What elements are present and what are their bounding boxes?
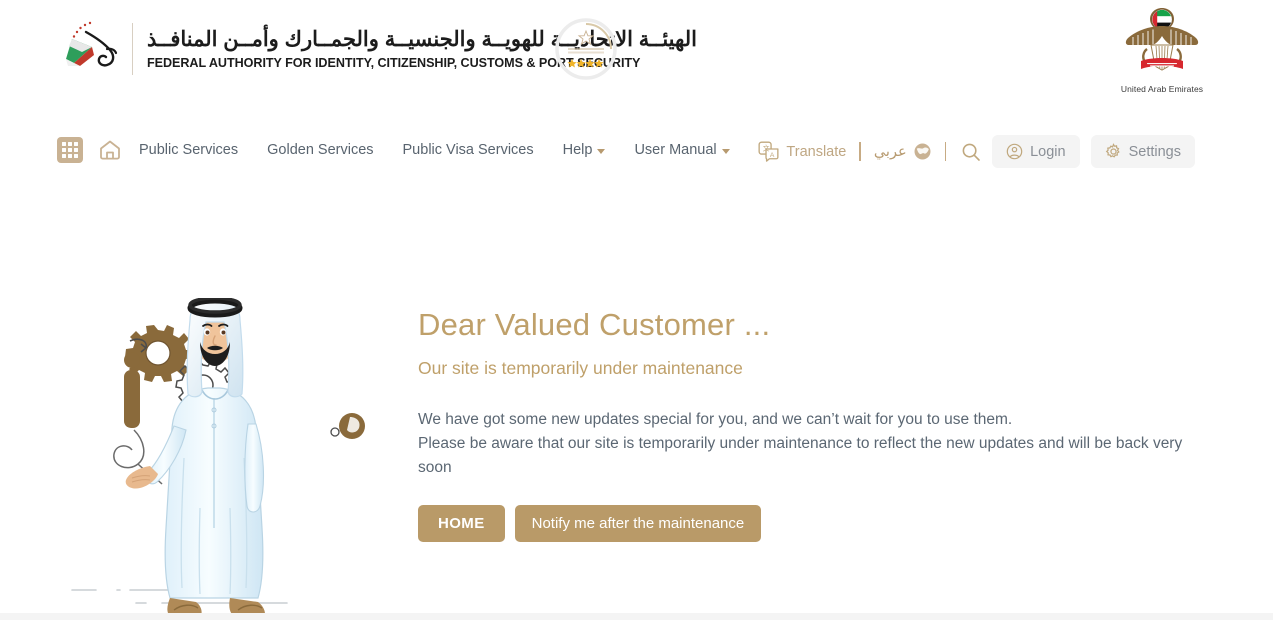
chevron-down-icon [597,149,606,154]
maintenance-body-line-2: Please be aware that our site is tempora… [418,435,1183,477]
navbar-right-group: 文 A Translate عربي Login Settings [758,135,1195,168]
maintenance-body-line-1: We have got some new updates special for… [418,411,1013,429]
user-circle-icon [1006,143,1023,160]
page-subtitle: Our site is temporarily under maintenanc… [418,358,743,379]
footer-divider [0,613,1273,620]
apps-grid-icon[interactable] [57,137,83,163]
nav-link-label: Golden Services [267,142,374,158]
star-rating-seal-icon [555,18,617,80]
translate-button[interactable]: 文 A Translate [758,141,846,162]
settings-label: Settings [1128,143,1181,160]
language-switch-button[interactable]: عربي [874,142,932,161]
login-button[interactable]: Login [992,135,1080,168]
emirati-man-with-gears-illustration [71,298,365,618]
navbar-left-group: Public Services Golden Services Public V… [57,137,730,163]
maintenance-body: We have got some new updates special for… [418,408,1208,480]
svg-text:A: A [770,152,775,159]
gear-icon [1105,143,1120,158]
translate-icon: 文 A [758,141,779,162]
svg-text:文: 文 [763,144,770,153]
nav-link-public-services[interactable]: Public Services [139,142,238,158]
maintenance-content: Dear Valued Customer ... Our site is tem… [418,307,1208,543]
page-title: Dear Valued Customer ... [418,307,771,342]
uae-emblem: United Arab Emirates [1114,4,1210,94]
brand-divider [132,23,133,75]
nav-divider [944,142,947,161]
translate-label: Translate [786,143,847,160]
language-label: عربي [873,143,907,160]
login-label: Login [1030,143,1066,160]
nav-link-help[interactable]: Help [563,142,606,158]
nav-link-public-visa-services[interactable]: Public Visa Services [403,142,534,158]
site-header: الهيئــة الاتحاديــة للهويــة والجنسيــة… [0,0,1273,105]
search-button[interactable] [961,142,981,162]
home-button[interactable]: HOME [418,505,505,543]
settings-button[interactable]: Settings [1090,135,1195,168]
nav-divider [859,142,861,161]
nav-link-label: Public Visa Services [402,142,534,158]
nav-link-label: User Manual [634,142,717,158]
notify-me-button[interactable]: Notify me after the maintenance [514,505,762,543]
nav-link-user-manual[interactable]: User Manual [634,142,730,158]
uae-emblem-caption: United Arab Emirates [1120,84,1204,94]
nav-link-golden-services[interactable]: Golden Services [267,142,373,158]
search-icon [962,143,980,161]
nav-link-label: Public Services [139,142,239,158]
maintenance-main: Dear Valued Customer ... Our site is tem… [0,180,1273,618]
uae-federal-emblem-icon [1125,8,1199,71]
nav-link-label: Help [562,142,593,158]
falcon-logo-icon [66,21,118,67]
main-navbar: Public Services Golden Services Public V… [0,105,1273,180]
chevron-down-icon [721,149,730,154]
home-icon[interactable] [97,137,123,163]
globe-icon [914,143,931,160]
action-buttons: HOME Notify me after the maintenance [418,505,1208,543]
